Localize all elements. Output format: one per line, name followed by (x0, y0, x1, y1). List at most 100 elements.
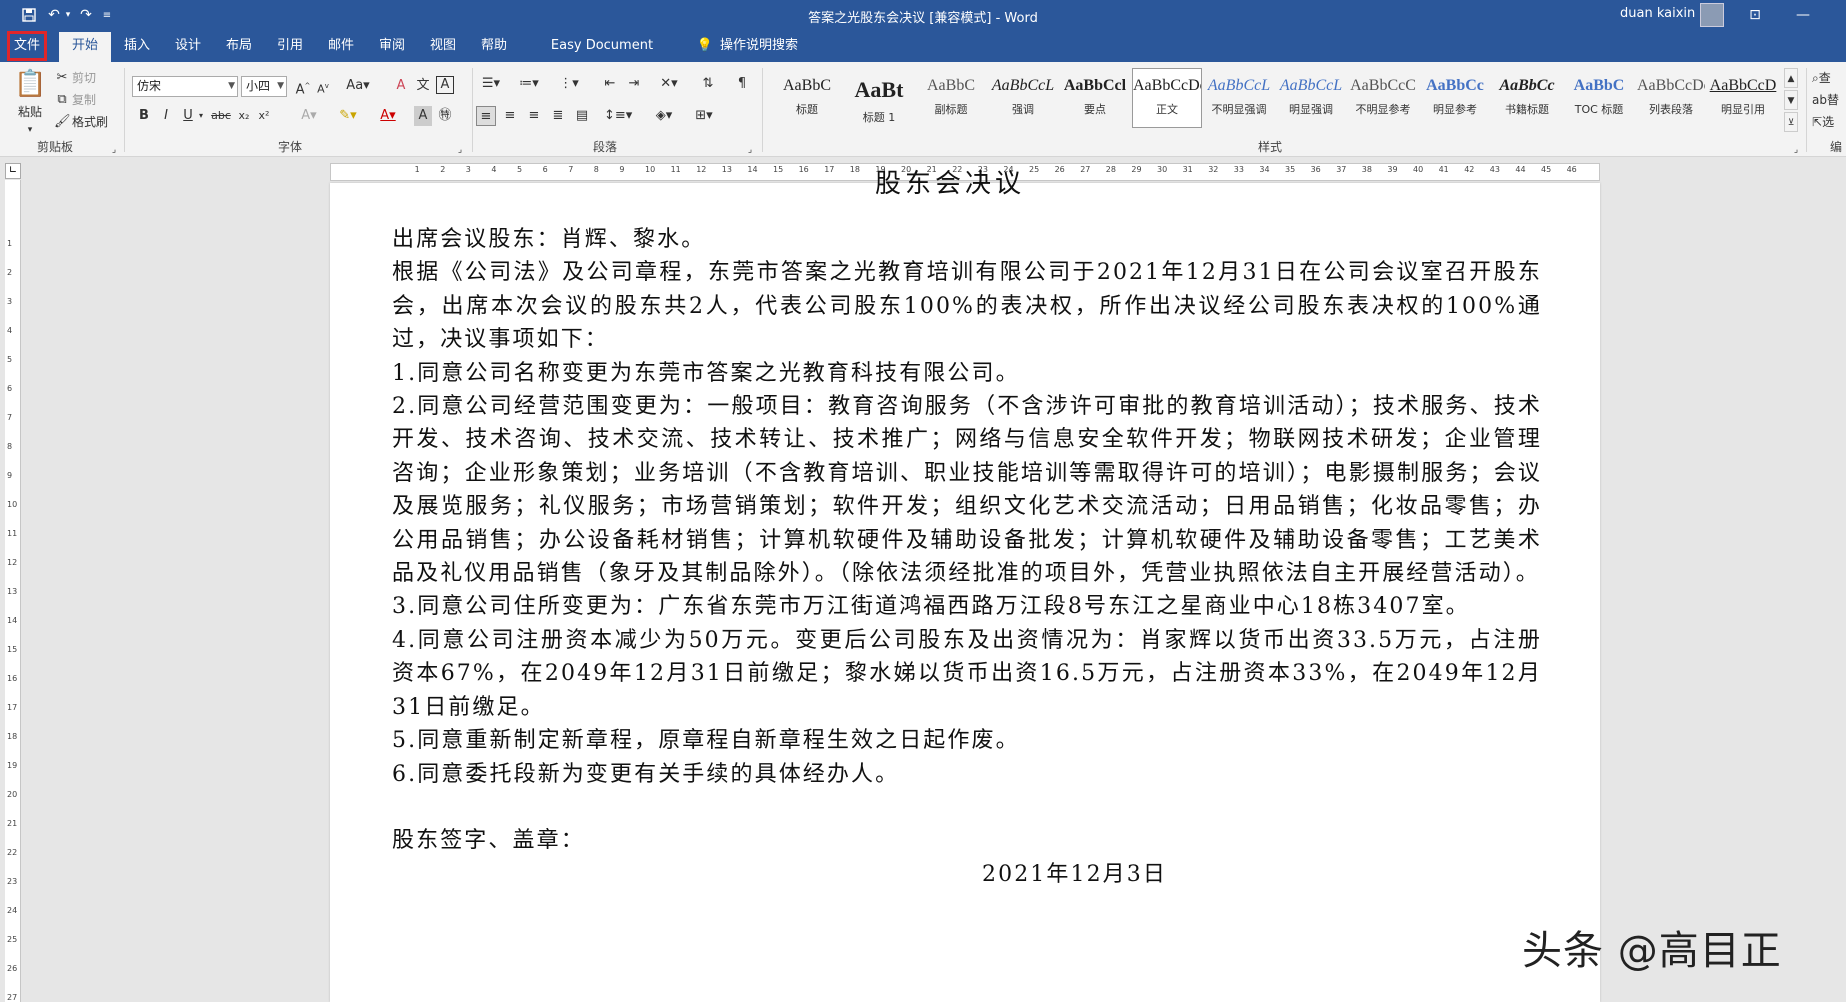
document-page[interactable]: 股东会决议 出席会议股东：肖辉、黎水。 根据《公司法》及公司章程，东莞市答案之光… (330, 183, 1600, 1002)
numbering-icon[interactable]: ≔▾ (516, 74, 542, 94)
style-3[interactable]: AaBbCcL强调 (988, 68, 1058, 128)
find-button[interactable]: ⌕查 (1812, 68, 1846, 88)
tab-references[interactable]: 引用 (270, 30, 310, 62)
vertical-ruler[interactable]: 1234567891011121314151617181920212223242… (5, 180, 21, 1002)
align-right-icon[interactable]: ≡ (524, 106, 544, 126)
increase-indent-icon[interactable]: ⇥ (624, 74, 644, 94)
select-button[interactable]: ⇱选 (1812, 112, 1846, 132)
style-9[interactable]: AaBbCc明显参考 (1420, 68, 1490, 128)
ruler-mark: 7 (7, 413, 12, 422)
justify-icon[interactable]: ≣ (548, 106, 568, 126)
minimize-icon[interactable]: — (1788, 4, 1818, 26)
cut-button[interactable]: 剪切 (72, 68, 112, 88)
ruler-mark: 43 (1490, 165, 1500, 174)
tell-me-search[interactable]: 操作说明搜索 (720, 30, 820, 62)
ruler-mark: 14 (7, 616, 17, 625)
format-painter-button[interactable]: 格式刷 (72, 112, 122, 132)
ruler-mark: 4 (7, 326, 12, 335)
signature-line: 股东签字、盖章： (392, 824, 1542, 857)
watermark: 头条 @高目正 (1522, 918, 1782, 976)
clipboard-launcher-icon[interactable]: ⌟ (108, 140, 120, 160)
document-body[interactable]: 出席会议股东：肖辉、黎水。 根据《公司法》及公司章程，东莞市答案之光教育培训有限… (392, 223, 1542, 891)
replace-button[interactable]: ab替 (1812, 90, 1846, 110)
styles-launcher-icon[interactable]: ⌟ (1790, 140, 1802, 160)
font-name-select[interactable]: 仿宋▼ (132, 76, 238, 97)
tab-insert[interactable]: 插入 (117, 30, 157, 62)
style-11[interactable]: AaBbCTOC 标题 (1564, 68, 1634, 128)
character-border-icon[interactable]: A (436, 76, 454, 94)
copy-button[interactable]: 复制 (72, 90, 112, 110)
user-name[interactable]: duan kaixin (1620, 6, 1695, 21)
tab-design[interactable]: 设计 (168, 30, 208, 62)
tab-review[interactable]: 审阅 (372, 30, 412, 62)
tab-selector[interactable]: ∟ (5, 163, 21, 179)
tab-easy-document-creator[interactable]: Easy Document Creator (527, 30, 677, 62)
subscript-icon[interactable]: x₂ (236, 106, 252, 126)
borders-icon[interactable]: ⊞▾ (690, 106, 718, 126)
avatar[interactable] (1700, 3, 1724, 27)
distributed-icon[interactable]: ▤ (572, 106, 592, 126)
style-0[interactable]: AaBbC标题 (772, 68, 842, 128)
italic-icon[interactable]: I (158, 106, 174, 126)
cut-icon[interactable]: ✂ (54, 68, 70, 88)
styles-scroll-up-icon[interactable]: ▲ (1784, 68, 1798, 88)
underline-icon[interactable]: U (180, 106, 196, 126)
tab-mailings[interactable]: 邮件 (321, 30, 361, 62)
paste-icon[interactable]: 📋 (14, 68, 46, 100)
style-2[interactable]: AaBbC副标题 (916, 68, 986, 128)
font-color-icon[interactable]: A▾ (376, 106, 400, 126)
paste-dropdown-icon[interactable]: ▾ (20, 120, 40, 140)
copy-icon[interactable]: ⧉ (54, 90, 70, 110)
font-launcher-icon[interactable]: ⌟ (454, 140, 466, 160)
group-separator (762, 68, 763, 152)
ruler-mark: 15 (773, 165, 783, 174)
shrink-font-icon[interactable]: Av (314, 76, 332, 96)
paragraph-launcher-icon[interactable]: ⌟ (744, 140, 756, 160)
strikethrough-icon[interactable]: abc (210, 106, 232, 126)
ribbon-display-options-icon[interactable]: ⊡ (1740, 4, 1770, 26)
shading-icon[interactable]: ◈▾ (650, 106, 678, 126)
style-5[interactable]: AaBbCcDc正文 (1132, 68, 1202, 128)
show-hide-marks-icon[interactable]: ¶ (732, 74, 752, 94)
multilevel-list-icon[interactable]: ⋮▾ (556, 74, 582, 94)
tab-file[interactable]: 文件 (7, 31, 47, 61)
tab-home[interactable]: 开始 (59, 32, 111, 62)
style-8[interactable]: AaBbCcC不明显参考 (1348, 68, 1418, 128)
change-case-icon[interactable]: Aa▾ (346, 76, 370, 96)
line-spacing-icon[interactable]: ↕≡▾ (604, 106, 632, 126)
style-1[interactable]: AaBt标题 1 (844, 68, 914, 128)
underline-dropdown-icon[interactable]: ▾ (196, 106, 206, 126)
bold-icon[interactable]: B (136, 106, 152, 126)
superscript-icon[interactable]: x² (256, 106, 272, 126)
lightbulb-icon[interactable]: 💡 (694, 30, 716, 62)
tab-view[interactable]: 视图 (423, 30, 463, 62)
phonetic-guide-icon[interactable]: 文 (414, 76, 432, 96)
chinese-layout-icon[interactable]: ✕▾ (656, 74, 682, 94)
align-center-icon[interactable]: ≡ (500, 106, 520, 126)
grow-font-icon[interactable]: A^ (294, 76, 312, 96)
clear-formatting-icon[interactable]: A (392, 76, 410, 96)
style-4[interactable]: AaBbCcl要点 (1060, 68, 1130, 128)
tab-layout[interactable]: 布局 (219, 30, 259, 62)
bullets-icon[interactable]: ☰▾ (478, 74, 504, 94)
paste-button[interactable]: 粘贴 (14, 102, 46, 122)
align-left-icon[interactable]: ≡ (476, 106, 496, 126)
style-6[interactable]: AaBbCcL不明显强调 (1204, 68, 1274, 128)
tab-help[interactable]: 帮助 (474, 30, 514, 62)
style-7[interactable]: AaBbCcL明显强调 (1276, 68, 1346, 128)
styles-more-icon[interactable]: ⊻ (1784, 112, 1798, 132)
format-painter-icon[interactable]: 🖌 (54, 112, 70, 132)
ruler-mark: 19 (7, 761, 17, 770)
enclose-characters-icon[interactable]: ㊕ (436, 106, 454, 126)
sort-icon[interactable]: ⇅ (698, 74, 718, 94)
styles-scroll-down-icon[interactable]: ▼ (1784, 90, 1798, 110)
style-13[interactable]: AaBbCcD明显引用 (1708, 68, 1778, 128)
text-effects-icon[interactable]: A▾ (298, 106, 320, 126)
character-shading-icon[interactable]: A (414, 106, 432, 126)
style-12[interactable]: AaBbCcDc列表段落 (1636, 68, 1706, 128)
style-10[interactable]: AaBbCc书籍标题 (1492, 68, 1562, 128)
font-size-select[interactable]: 小四▼ (241, 76, 287, 97)
ruler-mark: 12 (696, 165, 706, 174)
highlight-color-icon[interactable]: ✎▾ (336, 106, 360, 126)
decrease-indent-icon[interactable]: ⇤ (600, 74, 620, 94)
